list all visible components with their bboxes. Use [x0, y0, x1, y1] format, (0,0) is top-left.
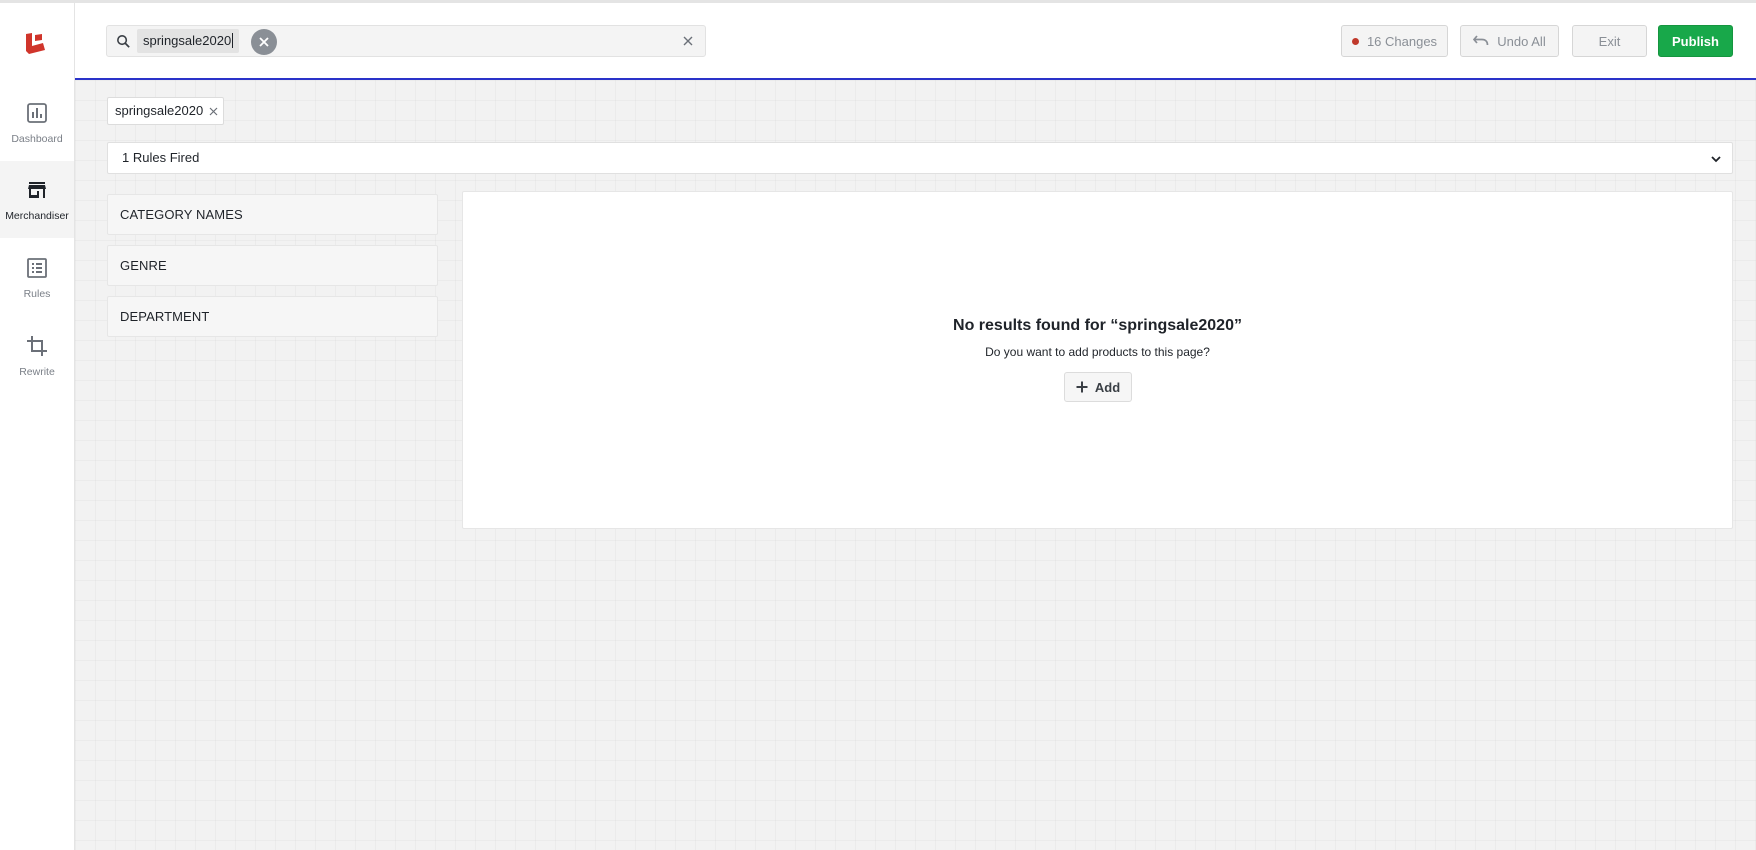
- rules-fired-label: 1 Rules Fired: [122, 150, 200, 165]
- sidebar-item-dashboard[interactable]: Dashboard: [0, 84, 74, 161]
- add-label: Add: [1094, 379, 1121, 395]
- list-icon: [27, 257, 47, 278]
- active-search-tag[interactable]: springsale2020: [107, 97, 224, 125]
- exit-label: Exit: [1598, 33, 1621, 49]
- exit-button[interactable]: Exit: [1572, 25, 1647, 57]
- storefront-icon: [28, 181, 46, 198]
- bar-chart-icon: [27, 102, 47, 123]
- clear-search-icon[interactable]: [681, 34, 695, 48]
- text-caret: [232, 33, 234, 48]
- active-search-tag-label: springsale2020: [115, 103, 204, 118]
- close-icon: [259, 37, 269, 47]
- sidebar-item-label: Dashboard: [11, 132, 63, 145]
- rules-fired-dropdown[interactable]: 1 Rules Fired: [107, 142, 1733, 174]
- sidebar-item-rules[interactable]: Rules: [0, 239, 74, 316]
- search-term-chip[interactable]: springsale2020: [137, 29, 239, 53]
- undo-all-label: Undo All: [1497, 33, 1546, 49]
- add-products-button[interactable]: Add: [1064, 372, 1132, 402]
- facet-category-names[interactable]: CATEGORY NAMES: [107, 194, 438, 235]
- sidebar-item-label: Rewrite: [19, 365, 55, 378]
- facet-label: DEPARTMENT: [120, 309, 210, 324]
- results-panel: No results found for “springsale2020” Do…: [462, 191, 1733, 529]
- publish-button[interactable]: Publish: [1658, 25, 1733, 57]
- app-root: Dashboard Merchandiser Rules Rewrite spr…: [0, 0, 1756, 850]
- undo-all-button[interactable]: Undo All: [1460, 25, 1559, 57]
- empty-state-title: No results found for “springsale2020”: [953, 317, 1242, 334]
- top-toolbar: springsale2020 16 Changes Undo All Exit: [75, 3, 1756, 80]
- close-icon[interactable]: [209, 107, 218, 116]
- facet-label: CATEGORY NAMES: [120, 207, 243, 222]
- search-term-text: springsale2020: [143, 33, 232, 48]
- sidebar-item-rewrite[interactable]: Rewrite: [0, 317, 74, 394]
- facet-department[interactable]: DEPARTMENT: [107, 296, 438, 337]
- search-input[interactable]: springsale2020: [106, 25, 706, 57]
- changes-button[interactable]: 16 Changes: [1341, 25, 1448, 57]
- undo-icon: [1473, 35, 1489, 46]
- changes-dot-icon: [1351, 37, 1359, 45]
- brand-logo[interactable]: [22, 31, 48, 57]
- main-content: springsale2020 1 Rules Fired CATEGORY NA…: [75, 80, 1756, 850]
- chevron-down-icon: [1711, 156, 1721, 163]
- sidebar-item-merchandiser[interactable]: Merchandiser: [0, 161, 74, 238]
- empty-state-subtitle: Do you want to add products to this page…: [985, 345, 1210, 359]
- sidebar-item-label: Rules: [23, 287, 51, 300]
- sidebar: Dashboard Merchandiser Rules Rewrite: [0, 3, 75, 850]
- publish-label: Publish: [1672, 33, 1719, 49]
- changes-label: 16 Changes: [1366, 33, 1438, 49]
- remove-search-term-button[interactable]: [251, 29, 277, 55]
- facet-label: GENRE: [120, 258, 167, 273]
- search-icon: [117, 35, 130, 48]
- sidebar-item-label: Merchandiser: [5, 209, 69, 222]
- crop-icon: [27, 335, 47, 356]
- plus-icon: [1076, 381, 1088, 393]
- facet-genre[interactable]: GENRE: [107, 245, 438, 286]
